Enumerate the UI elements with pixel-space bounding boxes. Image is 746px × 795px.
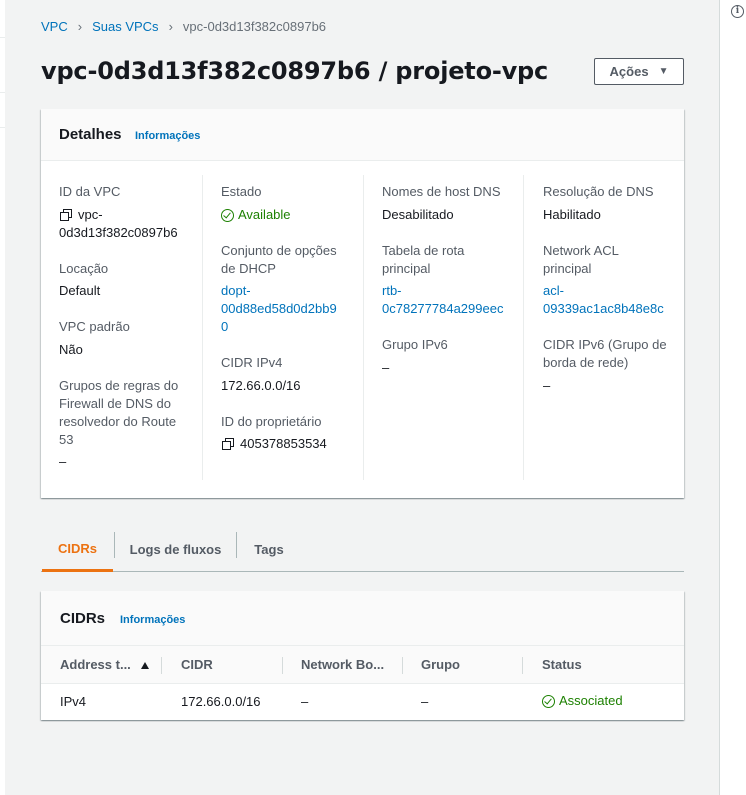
cidr-ipv4-label: CIDR IPv4 (221, 355, 283, 370)
cell-status: Associated (542, 692, 623, 710)
tab-bar: CIDRs Logs de fluxos Tags (41, 527, 684, 572)
location-value: Default (59, 283, 101, 298)
state-value: Available (238, 207, 291, 222)
cidr-ipv6-label: borda de rede) (543, 355, 629, 370)
check-circle-icon (221, 208, 234, 222)
column-header-label: Address t... (60, 657, 131, 672)
cidr-ipv6-label: CIDR IPv6 (Grupo de (543, 337, 667, 352)
column-header-address-type[interactable]: Address t... (60, 657, 160, 672)
dns-hostnames-value: Desabilitado (382, 207, 454, 222)
breadcrumb-your-vpcs[interactable]: Suas VPCs (92, 19, 158, 34)
copy-icon[interactable] (222, 438, 234, 450)
copy-icon[interactable] (60, 209, 72, 221)
dns-firewall-label: 53 (59, 432, 74, 447)
sort-ascending-icon (140, 662, 149, 670)
route-table-link[interactable]: 0c78277784a299eec (382, 300, 503, 318)
owner-id-value: 405378853534 (240, 436, 327, 451)
tab-tags[interactable]: Tags (237, 527, 301, 571)
dns-firewall-label: Grupos de regras do (59, 378, 179, 393)
chevron-right-icon: › (77, 18, 83, 34)
column-divider (363, 175, 364, 480)
dhcp-label: Conjunto de opções (221, 243, 337, 258)
cell-group: – (421, 694, 429, 709)
dhcp-link[interactable]: 00d88ed58d0d2bb9 (221, 300, 337, 318)
cidrs-header: CIDRs Informações (41, 591, 684, 646)
network-acl-label: Network ACL (543, 243, 619, 258)
dhcp-link[interactable]: dopt- (221, 282, 251, 300)
chevron-right-icon: › (168, 18, 173, 34)
details-header: Detalhes Informações (41, 109, 684, 161)
state-label: Estado (221, 184, 262, 199)
dhcp-label: de DHCP (221, 261, 276, 276)
dhcp-link[interactable]: 0 (221, 318, 228, 336)
state-status: Available (221, 206, 291, 224)
column-header-cidr[interactable]: CIDR (181, 657, 271, 672)
cell-address-type: IPv4 (60, 694, 87, 709)
breadcrumb: VPC › Suas VPCs › vpc-0d3d13f382c0897b6 (41, 18, 326, 34)
tab-flow-logs[interactable]: Logs de fluxos (115, 527, 236, 571)
dns-resolution-label: Resolução de DNS (543, 184, 654, 199)
default-vpc-label: VPC padrão (59, 319, 130, 334)
dns-firewall-label: Firewall de DNS do (59, 396, 171, 411)
actions-button[interactable]: Ações ▼ (594, 58, 684, 85)
dns-resolution-value: Habilitado (543, 207, 601, 222)
dns-firewall-label: resolvedor do Route (59, 414, 177, 429)
column-header-group[interactable]: Grupo (421, 657, 511, 672)
vpc-id-value: 0d3d13f382c0897b6 (59, 225, 178, 240)
network-acl-label: principal (543, 261, 592, 276)
cidr-ipv6-value: – (543, 378, 551, 393)
location-label: Locação (59, 261, 109, 276)
details-title: Detalhes (59, 126, 122, 143)
route-table-label: Tabela de rota (382, 243, 465, 258)
check-circle-icon (542, 694, 555, 708)
page-title: vpc-0d3d13f382c0897b6 / projeto-vpc (41, 57, 549, 85)
dns-firewall-value: – (59, 454, 67, 469)
column-divider (523, 175, 524, 480)
breadcrumb-vpc[interactable]: VPC (41, 19, 68, 34)
cidrs-title: CIDRs (60, 610, 106, 627)
owner-id-label: ID do proprietário (221, 414, 322, 429)
cell-network-border: – (301, 694, 309, 709)
cidr-ipv4-value: 172.66.0.0/16 (221, 378, 301, 393)
network-acl-link[interactable]: acl- (543, 282, 564, 300)
column-divider (522, 657, 523, 674)
column-header-status[interactable]: Status (542, 657, 632, 672)
route-table-link[interactable]: rtb- (382, 282, 402, 300)
column-divider (202, 175, 203, 480)
tab-cidrs[interactable]: CIDRs (42, 527, 113, 572)
cidrs-info-link[interactable]: Informações (120, 614, 185, 626)
vpc-id-label: ID da VPC (59, 184, 121, 199)
dns-hostnames-label: Nomes de host DNS (382, 184, 501, 199)
column-header-network-border[interactable]: Network Bo... (301, 657, 391, 672)
caret-down-icon: ▼ (658, 66, 669, 77)
actions-label: Ações (609, 64, 649, 79)
help-rail (720, 0, 746, 795)
column-divider (282, 657, 283, 674)
network-acl-link[interactable]: 09339ac1ac8b48e8c (543, 300, 664, 318)
cell-cidr: 172.66.0.0/16 (181, 694, 261, 709)
details-info-link[interactable]: Informações (135, 130, 200, 142)
route-table-label: principal (382, 261, 431, 276)
column-divider (402, 657, 403, 674)
info-icon[interactable]: i (731, 5, 744, 18)
status-value: Associated (559, 693, 623, 708)
ipv6-group-value: – (382, 360, 390, 375)
breadcrumb-current: vpc-0d3d13f382c0897b6 (182, 18, 327, 34)
default-vpc-value: Não (59, 342, 83, 357)
column-divider (161, 657, 162, 674)
ipv6-group-label: Grupo IPv6 (382, 337, 448, 352)
vpc-id-value: vpc- (78, 207, 103, 222)
